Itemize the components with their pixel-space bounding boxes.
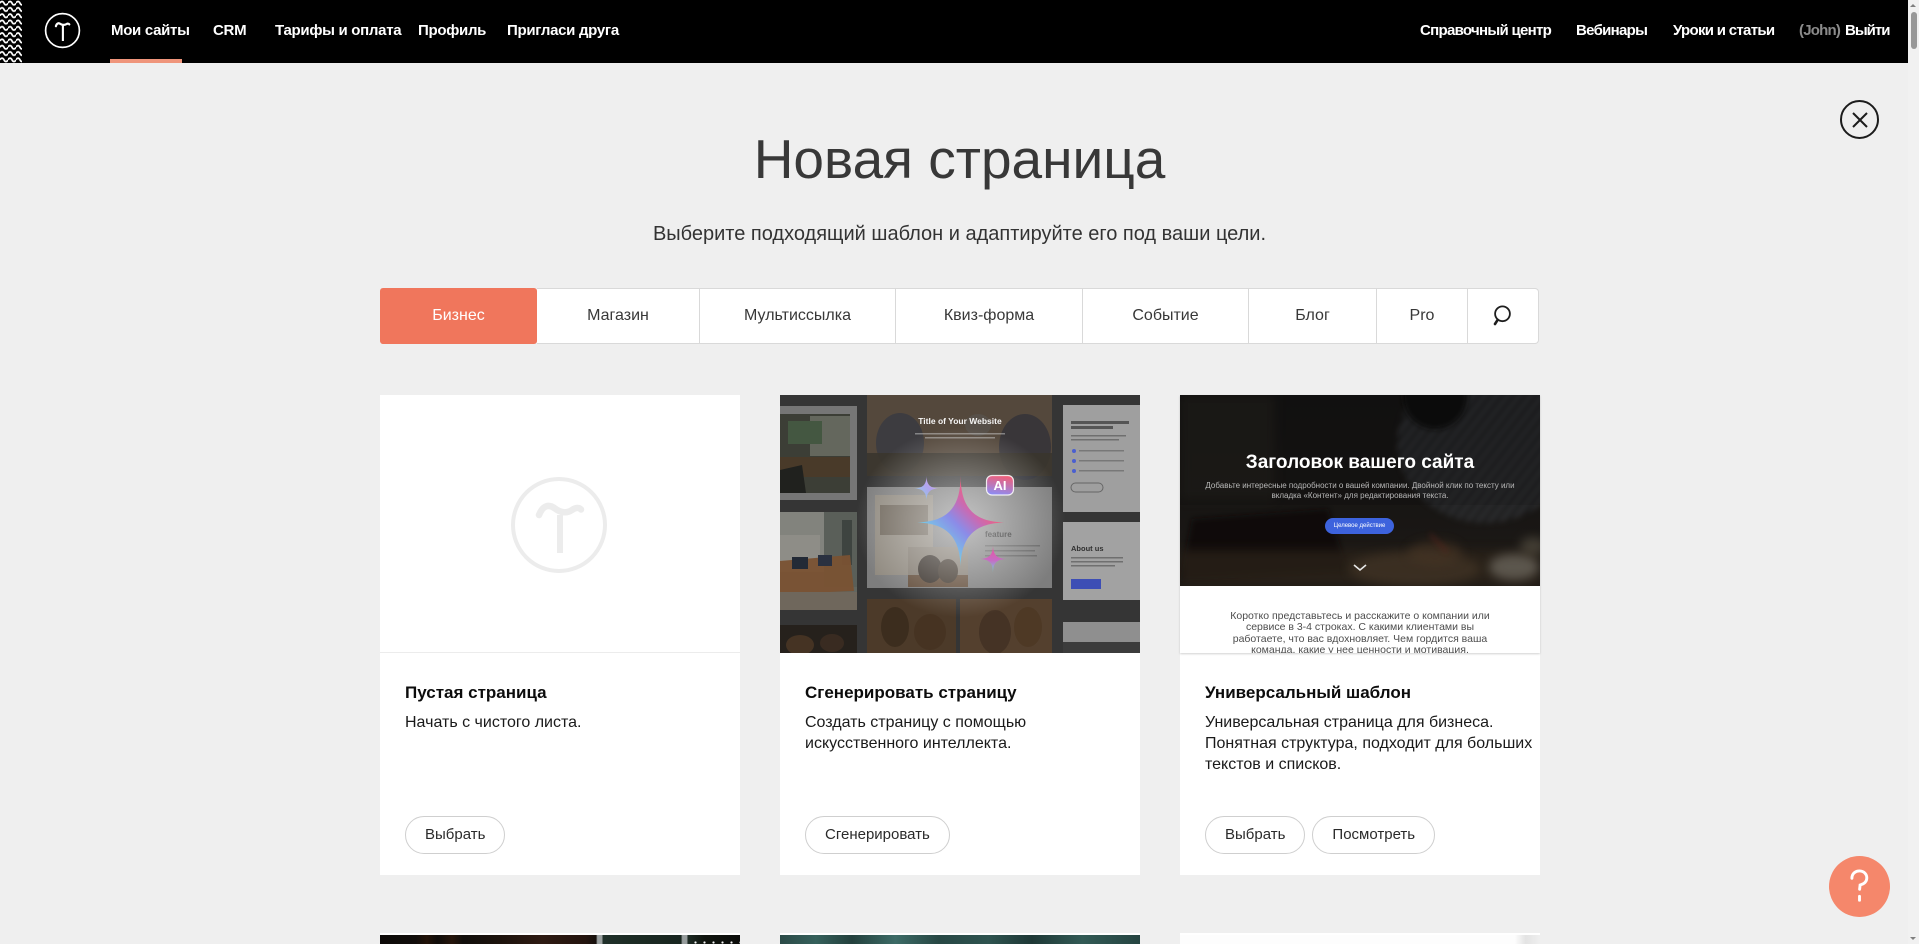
svg-text:Title of Your Website: Title of Your Website [918,416,1002,426]
svg-text:AI: AI [994,478,1007,493]
svg-text:About us: About us [1071,544,1104,553]
